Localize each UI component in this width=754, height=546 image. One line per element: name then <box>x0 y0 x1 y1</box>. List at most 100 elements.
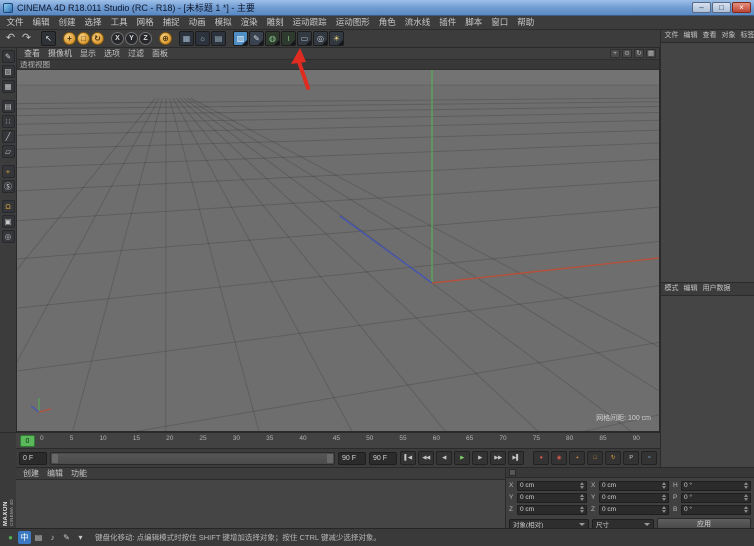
add-spline-button[interactable]: ✎ <box>249 31 264 46</box>
quantize-button[interactable]: ◎ <box>2 230 15 243</box>
texture-mode-button[interactable]: ▦ <box>2 80 15 93</box>
spinner-arrows-icon[interactable] <box>662 482 666 489</box>
menu-item[interactable]: 编辑 <box>28 16 54 29</box>
viewport-menu-item[interactable]: 显示 <box>76 48 100 60</box>
spinner-arrows-icon[interactable] <box>744 482 748 489</box>
material-manager-body[interactable] <box>16 480 505 528</box>
ime-pen-icon[interactable]: ✎ <box>60 531 73 544</box>
range-start-handle[interactable] <box>52 454 58 463</box>
make-editable-button[interactable]: ✎ <box>2 50 15 63</box>
record-rotation-toggle[interactable]: ↻ <box>605 451 621 465</box>
redo-button[interactable]: ↷ <box>19 31 34 46</box>
spinner-arrows-icon[interactable] <box>744 506 748 513</box>
coordinate-input[interactable]: 0 ° <box>681 481 751 491</box>
menu-item[interactable]: 角色 <box>374 16 400 29</box>
spinner-arrows-icon[interactable] <box>662 494 666 501</box>
render-settings-button[interactable]: ☼ <box>195 31 210 46</box>
record-keyframe-button[interactable]: ● <box>533 451 549 465</box>
live-selection-tool[interactable]: ↖ <box>41 31 56 46</box>
attribute-manager-menu-item[interactable]: 模式 <box>662 283 681 295</box>
maximize-button[interactable]: □ <box>712 2 731 13</box>
rotate-view-icon[interactable]: ↻ <box>634 49 644 58</box>
coordinate-input[interactable]: 0 cm <box>599 493 669 503</box>
menu-item[interactable]: 脚本 <box>461 16 487 29</box>
menu-item[interactable]: 网格 <box>132 16 158 29</box>
spinner-arrows-icon[interactable] <box>662 506 666 513</box>
menu-item[interactable]: 帮助 <box>513 16 539 29</box>
add-light-button[interactable]: ☀ <box>329 31 344 46</box>
next-frame-button[interactable]: ▶ <box>472 451 488 465</box>
menu-item[interactable]: 文件 <box>2 16 28 29</box>
viewport-canvas[interactable]: 网格间距: 100 cm <box>17 70 659 431</box>
next-key-button[interactable]: ▶▶ <box>490 451 506 465</box>
coordinate-input[interactable]: 0 ° <box>681 493 751 503</box>
spinner-arrows-icon[interactable] <box>580 494 584 501</box>
menu-item[interactable]: 流水线 <box>400 16 435 29</box>
goto-start-button[interactable]: ▌◀ <box>400 451 416 465</box>
render-view-button[interactable]: ▦ <box>179 31 194 46</box>
edges-mode-button[interactable]: ╱ <box>2 130 15 143</box>
object-manager-body[interactable] <box>661 43 754 283</box>
ime-options-icon[interactable]: ▾ <box>74 531 87 544</box>
add-cube-button[interactable]: ▧ <box>233 31 248 46</box>
menu-item[interactable]: 选择 <box>80 16 106 29</box>
object-manager-menu-item[interactable]: 对象 <box>719 30 738 42</box>
coordinate-input[interactable]: 0 cm <box>599 481 669 491</box>
lock-workplane-button[interactable]: ▣ <box>2 215 15 228</box>
workplane-mode-button[interactable]: ▤ <box>2 100 15 113</box>
coordinate-input[interactable]: 0 cm <box>599 505 669 515</box>
record-pla-toggle[interactable]: ≈ <box>641 451 657 465</box>
timeline-ruler[interactable]: 051015202530354045505560657075808590 0 <box>16 432 660 448</box>
object-manager-menu-item[interactable]: 文件 <box>662 30 681 42</box>
ime-speaker-icon[interactable]: ♪ <box>46 531 59 544</box>
viewport-solo-button[interactable]: Ⓢ <box>2 180 15 193</box>
menu-item[interactable]: 渲染 <box>236 16 262 29</box>
lock-z-axis-button[interactable]: Z <box>139 32 152 45</box>
menu-item[interactable]: 捕捉 <box>158 16 184 29</box>
toggle-view-icon[interactable]: ▦ <box>646 49 656 58</box>
zoom-view-icon[interactable]: ⊙ <box>622 49 632 58</box>
menu-item[interactable]: 插件 <box>435 16 461 29</box>
rotate-tool[interactable]: ↻ <box>91 32 104 45</box>
close-button[interactable]: × <box>732 2 751 13</box>
viewport-menu-item[interactable]: 选项 <box>100 48 124 60</box>
lang-indicator-icon[interactable]: ● <box>4 531 17 544</box>
render-queue-button[interactable]: ▤ <box>211 31 226 46</box>
object-manager-menu-item[interactable]: 编辑 <box>681 30 700 42</box>
attribute-manager-menu-item[interactable]: 用户数据 <box>700 283 733 295</box>
play-forward-button[interactable]: ▶ <box>454 451 470 465</box>
range-end-handle[interactable] <box>327 454 333 463</box>
lock-x-axis-button[interactable]: X <box>111 32 124 45</box>
lock-y-axis-button[interactable]: Y <box>125 32 138 45</box>
menu-item[interactable]: 运动跟踪 <box>288 16 331 29</box>
current-frame-field[interactable]: 0 F <box>19 452 47 465</box>
polygons-mode-button[interactable]: ▱ <box>2 145 15 158</box>
snap-toggle-button[interactable]: Ω <box>2 200 15 213</box>
menu-item[interactable]: 运动图形 <box>331 16 374 29</box>
prev-key-button[interactable]: ◀◀ <box>418 451 434 465</box>
scale-tool[interactable]: □ <box>77 32 90 45</box>
spinner-arrows-icon[interactable] <box>580 482 584 489</box>
preview-range-slider[interactable] <box>50 452 335 465</box>
menu-item[interactable]: 创建 <box>54 16 80 29</box>
attribute-manager-menu-item[interactable]: 编辑 <box>681 283 700 295</box>
menu-item[interactable]: 工具 <box>106 16 132 29</box>
pan-view-icon[interactable]: + <box>610 49 620 58</box>
minimize-button[interactable]: – <box>692 2 711 13</box>
attribute-manager-body[interactable] <box>661 296 754 467</box>
record-scale-toggle[interactable]: □ <box>587 451 603 465</box>
undo-button[interactable]: ↶ <box>3 31 18 46</box>
enable-axis-button[interactable]: + <box>2 165 15 178</box>
add-deformer-button[interactable]: ≀ <box>281 31 296 46</box>
timeline-playhead[interactable]: 0 <box>20 435 35 447</box>
total-frames-field[interactable]: 90 F <box>369 452 397 465</box>
record-position-toggle[interactable]: + <box>569 451 585 465</box>
spinner-arrows-icon[interactable] <box>580 506 584 513</box>
add-floor-button[interactable]: ▭ <box>297 31 312 46</box>
add-camera-button[interactable]: ◎ <box>313 31 328 46</box>
points-mode-button[interactable]: ∷ <box>2 115 15 128</box>
coordinate-input[interactable]: 0 ° <box>681 505 751 515</box>
move-tool[interactable]: + <box>63 32 76 45</box>
menu-item[interactable]: 窗口 <box>487 16 513 29</box>
viewport-menu-item[interactable]: 过滤 <box>124 48 148 60</box>
